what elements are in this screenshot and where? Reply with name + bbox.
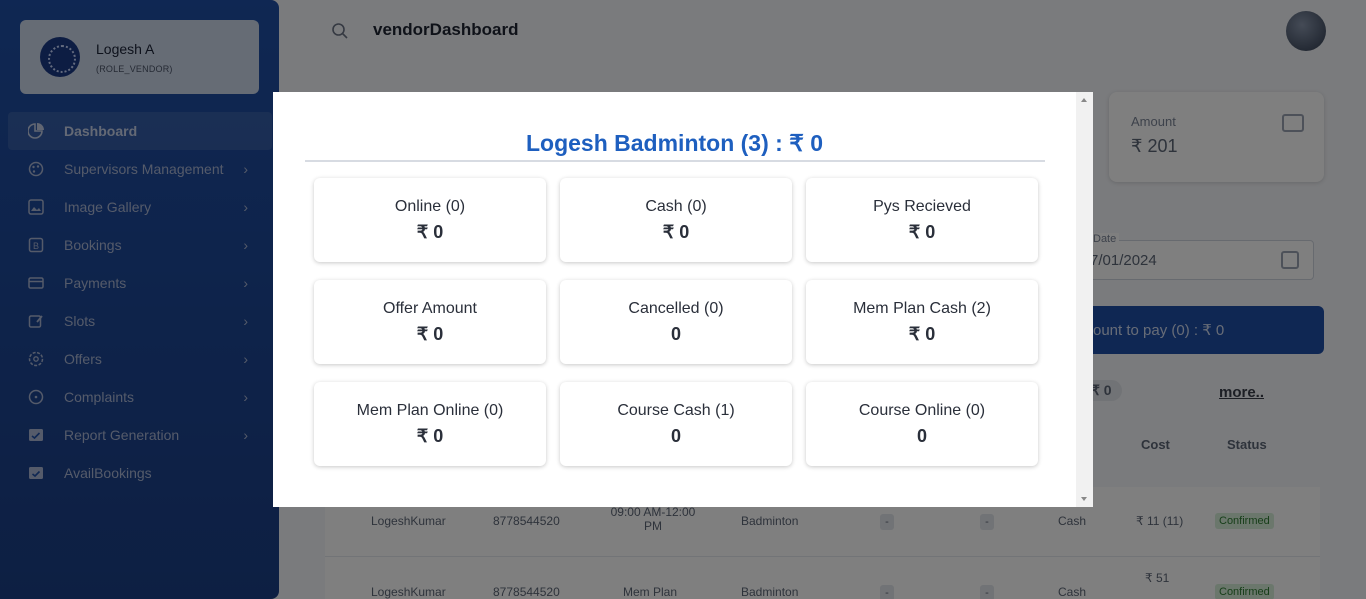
scroll-up-arrow-icon[interactable] xyxy=(1081,98,1087,102)
modal-title: Logesh Badminton (3) : ₹ 0 xyxy=(525,130,824,156)
stat-value: 0 xyxy=(670,324,681,344)
stat-value: 0 xyxy=(916,426,927,446)
stat-value: ₹ 0 xyxy=(416,426,444,446)
stat-label: Online (0) xyxy=(394,198,466,215)
stat-value: ₹ 0 xyxy=(908,222,936,242)
stat-label: Cancelled (0) xyxy=(628,300,724,317)
divider xyxy=(305,160,1045,162)
summary-modal: Logesh Badminton (3) : ₹ 0 Online (0) ₹ … xyxy=(273,92,1093,507)
modal-scrollbar[interactable] xyxy=(1076,92,1093,507)
stat-label: Mem Plan Cash (2) xyxy=(853,300,991,317)
stat-card-course-cash: Course Cash (1) 0 xyxy=(560,382,792,466)
stat-card-offer-amount: Offer Amount ₹ 0 xyxy=(314,280,546,364)
stat-card-cash: Cash (0) ₹ 0 xyxy=(560,178,792,262)
stat-value: 0 xyxy=(670,426,681,446)
scroll-down-arrow-icon[interactable] xyxy=(1081,497,1087,501)
stat-label: Pys Recieved xyxy=(873,198,971,215)
stat-card-mem-plan-online: Mem Plan Online (0) ₹ 0 xyxy=(314,382,546,466)
stat-card-online: Online (0) ₹ 0 xyxy=(314,178,546,262)
stat-label: Course Online (0) xyxy=(858,402,986,419)
stat-value: ₹ 0 xyxy=(416,222,444,242)
stat-card-pys-recieved: Pys Recieved ₹ 0 xyxy=(806,178,1038,262)
stat-label: Offer Amount xyxy=(383,300,477,317)
stat-card-mem-plan-cash: Mem Plan Cash (2) ₹ 0 xyxy=(806,280,1038,364)
stat-value: ₹ 0 xyxy=(662,222,690,242)
stat-label: Cash (0) xyxy=(645,198,707,215)
stat-card-cancelled: Cancelled (0) 0 xyxy=(560,280,792,364)
stat-label: Mem Plan Online (0) xyxy=(356,402,504,419)
stat-label: Course Cash (1) xyxy=(617,402,735,419)
stat-value: ₹ 0 xyxy=(416,324,444,344)
stat-card-course-online: Course Online (0) 0 xyxy=(806,382,1038,466)
stat-value: ₹ 0 xyxy=(908,324,936,344)
